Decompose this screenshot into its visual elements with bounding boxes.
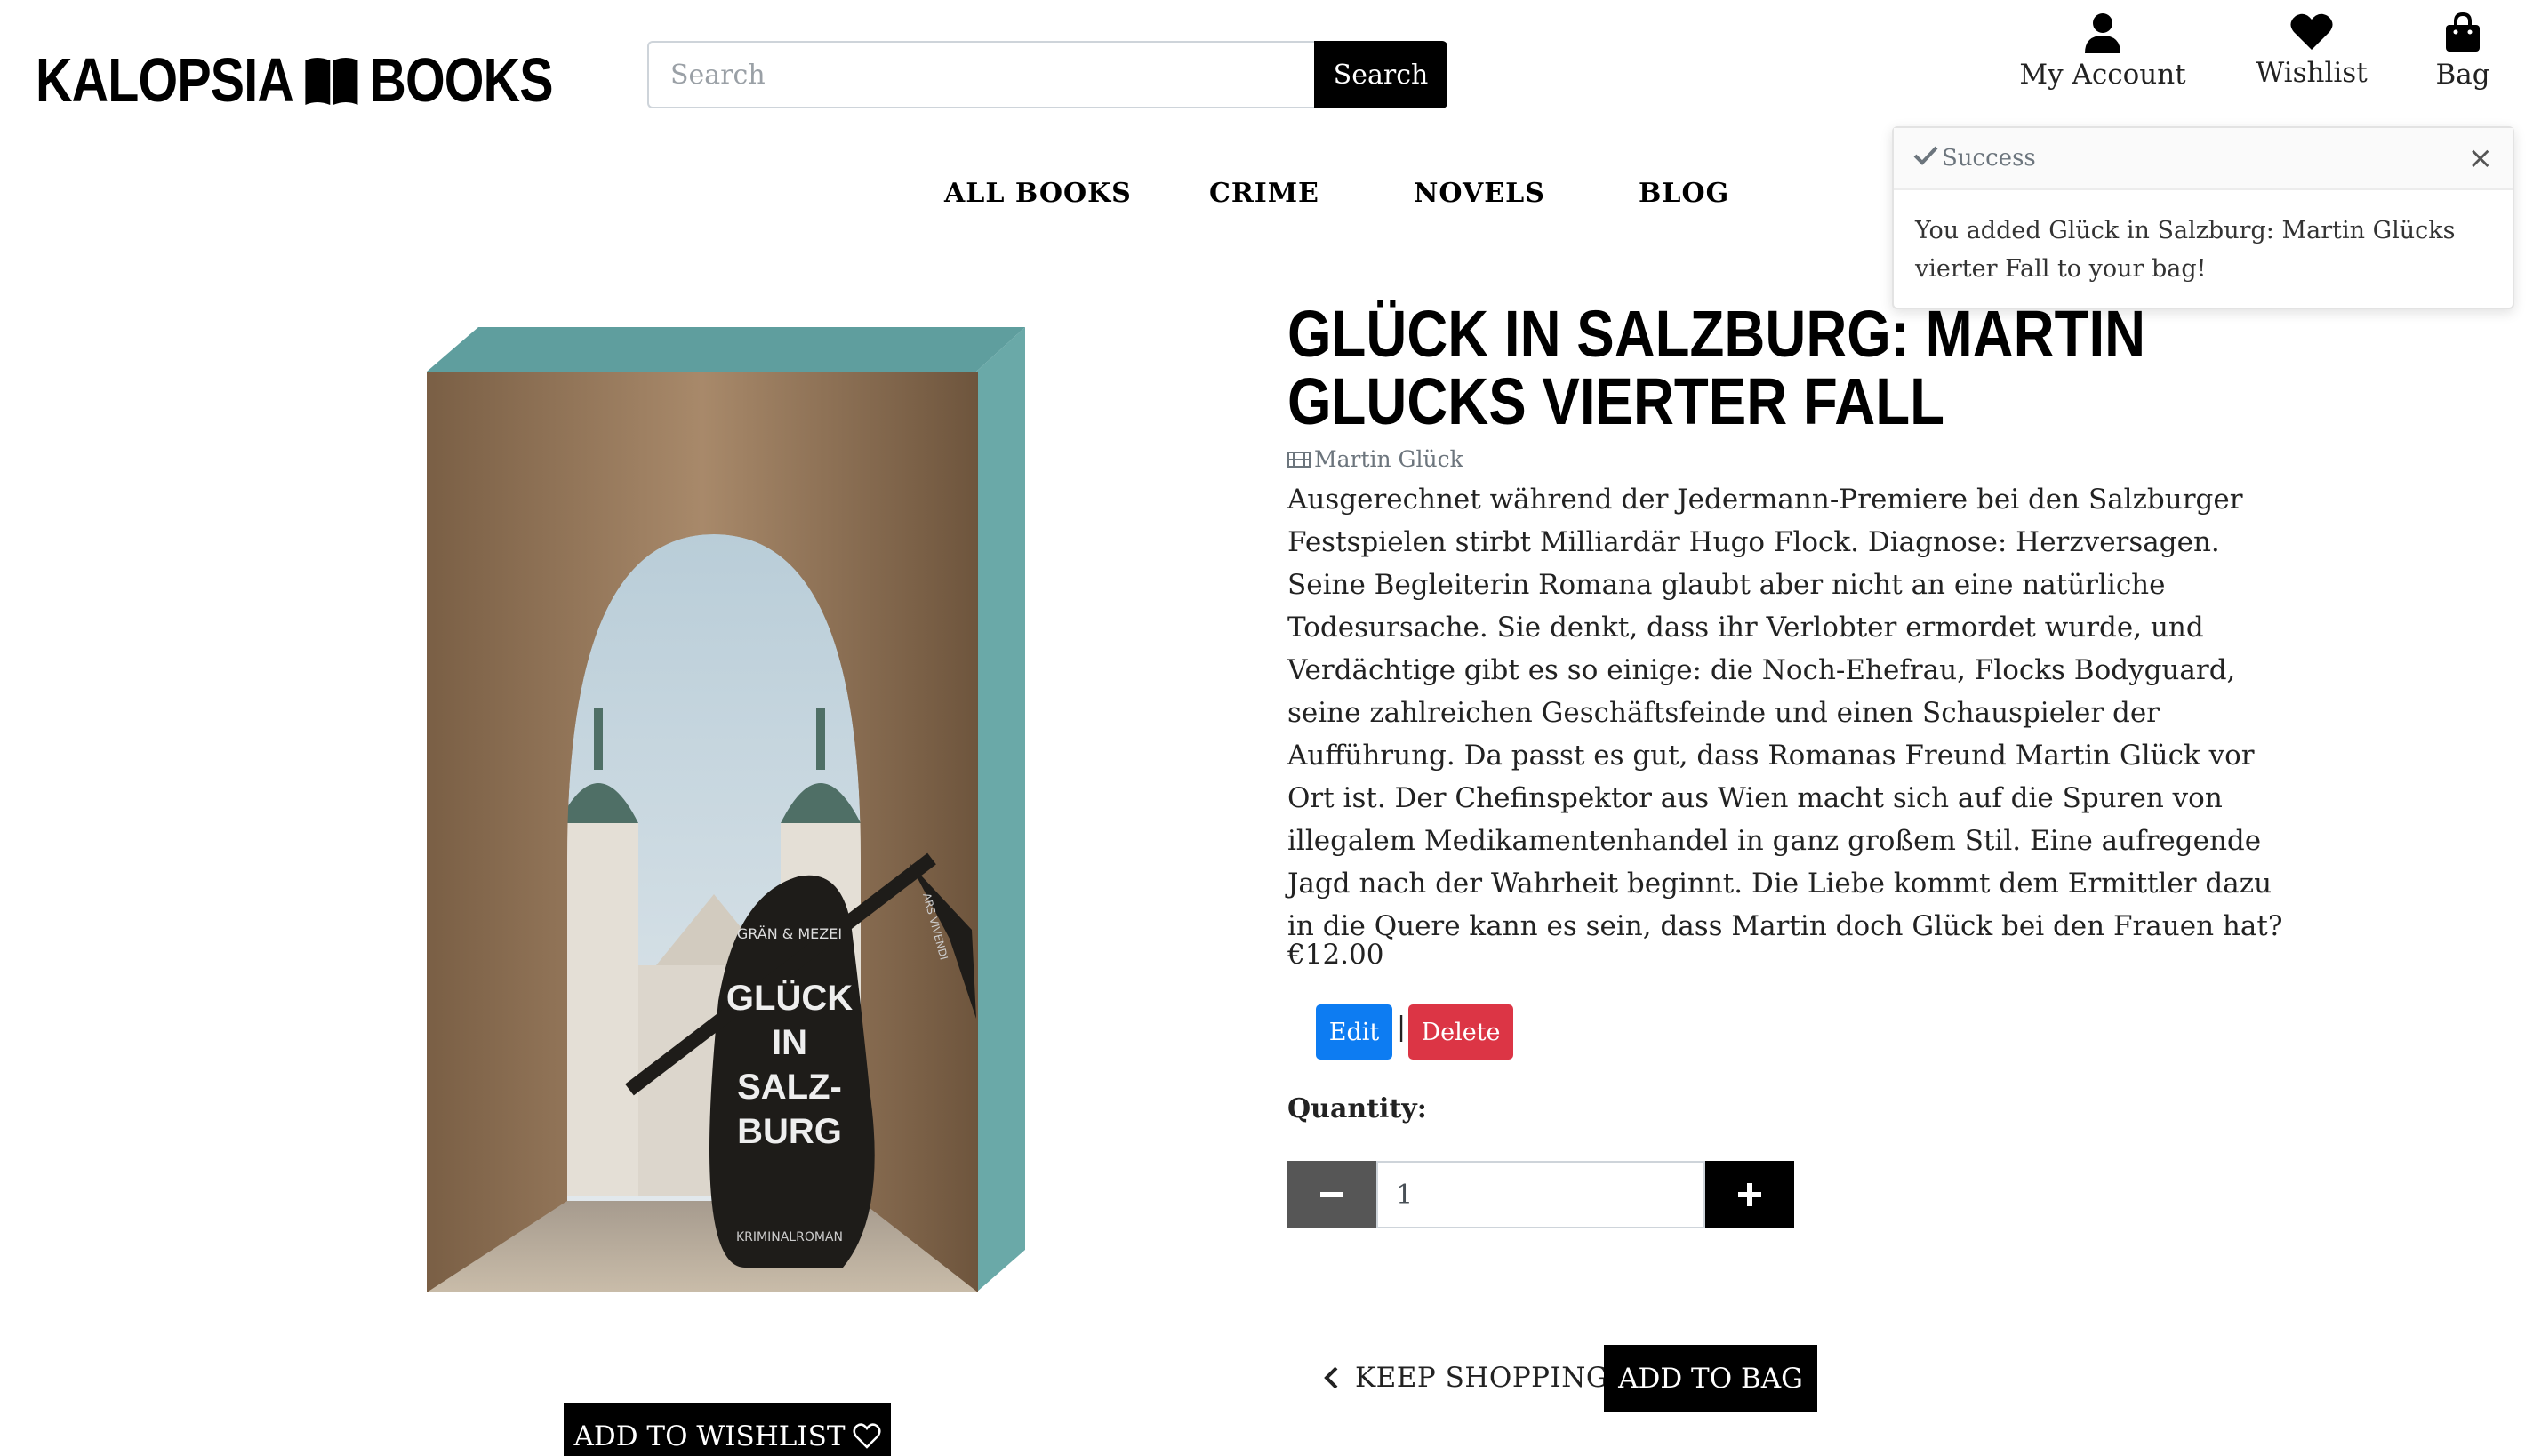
- product-price: €12.00: [1287, 939, 1384, 971]
- nav-blog[interactable]: BLOG: [1639, 178, 1729, 209]
- film-icon: [1287, 451, 1311, 468]
- toast-header: Success ×: [1894, 128, 2513, 190]
- cover-title-line-1: GLÜCK: [726, 978, 853, 1018]
- bag-label: Bag: [2435, 59, 2490, 91]
- keep-shopping-label: KEEP SHOPPING: [1355, 1362, 1609, 1394]
- quantity-label: Quantity:: [1287, 1093, 1427, 1124]
- delete-button[interactable]: Delete: [1408, 1004, 1513, 1060]
- decrement-quantity-button[interactable]: [1287, 1161, 1376, 1228]
- user-icon: [2085, 13, 2120, 53]
- search-button[interactable]: Search: [1314, 41, 1447, 108]
- wishlist-link[interactable]: Wishlist: [2240, 12, 2383, 89]
- open-book-icon: [305, 58, 358, 105]
- cover-genre: KRIMINALROMAN: [736, 1230, 843, 1244]
- keep-shopping-link[interactable]: KEEP SHOPPING: [1323, 1362, 1608, 1394]
- logo-text-right: BOOKS: [369, 45, 553, 115]
- site-logo[interactable]: KALOPSIA BOOKS: [36, 44, 554, 116]
- minus-icon: [1320, 1191, 1343, 1197]
- heart-icon: [2290, 13, 2333, 50]
- toast-message: You added Glück in Salzburg: Martin Glüc…: [1915, 217, 2456, 283]
- increment-quantity-button[interactable]: [1705, 1161, 1794, 1228]
- checkmark-icon: [1913, 145, 1938, 172]
- nav-all-books[interactable]: ALL BOOKS: [944, 178, 1132, 209]
- cover-title-line-3: SALZ-: [737, 1068, 842, 1107]
- wishlist-label: Wishlist: [2256, 57, 2368, 89]
- success-toast: Success × You added Glück in Salzburg: M…: [1892, 126, 2514, 309]
- chevron-left-icon: [1324, 1366, 1338, 1389]
- cover-title-line-4: BURG: [737, 1112, 842, 1151]
- product-description: Ausgerechnet während der Jedermann-Premi…: [1287, 484, 2283, 942]
- button-separator: |: [1397, 1012, 1407, 1043]
- search-input[interactable]: [647, 41, 1314, 108]
- product-title: GLÜCK IN SALZBURG: MARTIN GLUCKS VIERTER…: [1287, 297, 2146, 438]
- cover-title-line-2: IN: [772, 1023, 807, 1062]
- cover-authors: GRÄN & MEZEI: [737, 925, 842, 942]
- add-to-wishlist-label: ADD TO WISHLIST: [573, 1420, 846, 1452]
- add-to-bag-button[interactable]: ADD TO BAG: [1604, 1345, 1817, 1412]
- product-author: Martin Glück: [1287, 446, 1463, 472]
- nav-crime[interactable]: CRIME: [1209, 178, 1319, 209]
- toast-title: Success: [1942, 145, 2036, 172]
- plus-icon: [1738, 1182, 1761, 1206]
- author-name: Martin Glück: [1314, 446, 1463, 472]
- nav-novels[interactable]: NOVELS: [1414, 178, 1545, 209]
- heart-outline-icon: [853, 1423, 881, 1449]
- book-cover-image: GRÄN & MEZEI GLÜCK IN SALZ- BURG KRIMINA…: [425, 325, 1030, 1294]
- add-to-wishlist-button[interactable]: ADD TO WISHLIST: [564, 1403, 891, 1456]
- edit-button[interactable]: Edit: [1316, 1004, 1392, 1060]
- my-account-label: My Account: [2019, 59, 2186, 91]
- my-account-link[interactable]: My Account: [2018, 12, 2187, 91]
- close-icon[interactable]: ×: [2468, 140, 2494, 176]
- bag-link[interactable]: Bag: [2427, 12, 2498, 91]
- shopping-bag-icon: [2446, 12, 2480, 52]
- logo-text-left: KALOPSIA: [36, 45, 294, 115]
- quantity-input[interactable]: [1376, 1161, 1705, 1228]
